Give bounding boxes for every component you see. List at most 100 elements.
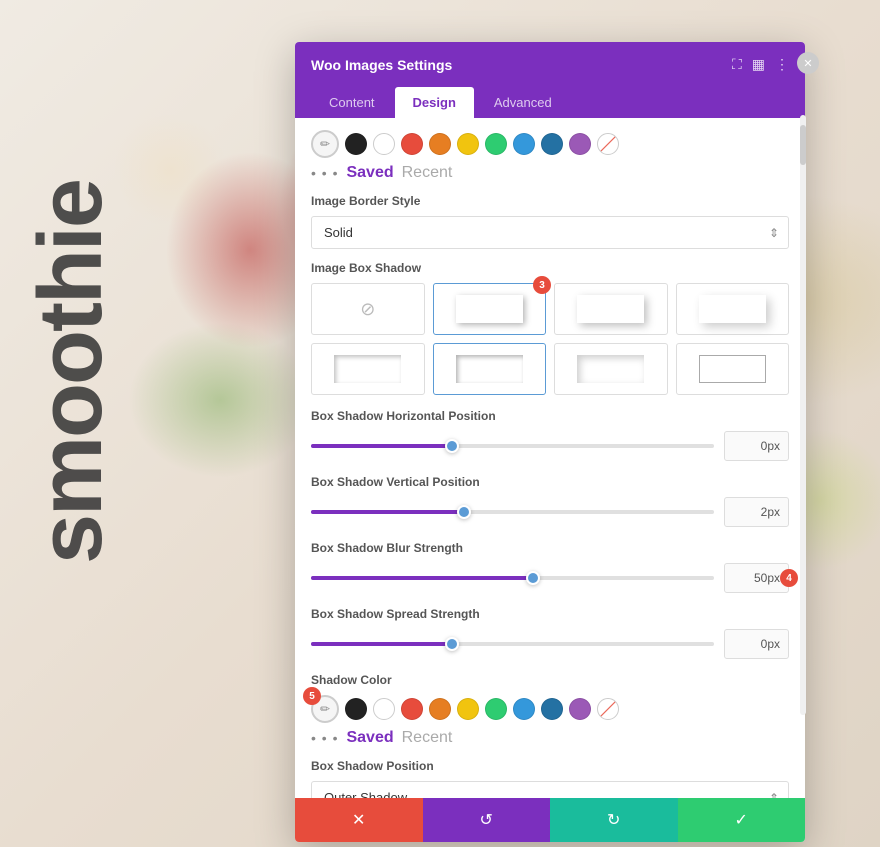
tab-advanced[interactable]: Advanced <box>476 87 570 118</box>
panel-close-button[interactable]: ✕ <box>797 52 819 74</box>
image-border-style-select-wrap: Solid None Dashed Dotted Double ⇕ <box>311 216 789 249</box>
image-border-style-label: Image Border Style <box>311 194 789 208</box>
blur-strength-row: Box Shadow Blur Strength 50px 4 <box>311 541 789 593</box>
horizontal-position-control: 0px <box>311 431 789 461</box>
vertical-slider-track-wrap[interactable] <box>311 510 714 514</box>
shadow-option-inset-active[interactable] <box>433 343 547 395</box>
top-recent-label[interactable]: Recent <box>402 164 453 182</box>
top-color-blue[interactable] <box>513 133 535 155</box>
shadow-color-purple[interactable] <box>569 698 591 720</box>
shadow-option-inset1[interactable] <box>311 343 425 395</box>
top-color-yellow[interactable] <box>457 133 479 155</box>
top-color-purple[interactable] <box>569 133 591 155</box>
fullscreen-icon[interactable]: ⛶ <box>732 56 742 73</box>
scrollbar-track <box>800 115 806 715</box>
top-color-black[interactable] <box>345 133 367 155</box>
horizontal-position-row: Box Shadow Horizontal Position 0px <box>311 409 789 461</box>
horizontal-slider-thumb[interactable] <box>445 439 459 453</box>
tab-content[interactable]: Content <box>311 87 393 118</box>
top-color-orange[interactable] <box>429 133 451 155</box>
blur-strength-label: Box Shadow Blur Strength <box>311 541 789 555</box>
blur-slider-track-wrap[interactable] <box>311 576 714 580</box>
top-color-more[interactable]: • • • <box>311 165 338 181</box>
shadow-inset1-preview <box>334 355 401 383</box>
top-color-white[interactable] <box>373 133 395 155</box>
more-options-icon[interactable]: ⋮ <box>775 56 789 73</box>
shadow-inset2-preview <box>577 355 644 383</box>
shadow-recent-label[interactable]: Recent <box>402 729 453 747</box>
horizontal-slider-track-wrap[interactable] <box>311 444 714 448</box>
shadow-color-blue[interactable] <box>513 698 535 720</box>
shadow-corner-preview <box>699 355 766 383</box>
blur-slider-track <box>311 576 714 580</box>
image-border-style-select[interactable]: Solid None Dashed Dotted Double <box>311 216 789 249</box>
vertical-position-control: 2px <box>311 497 789 527</box>
shadow-option-outer3[interactable] <box>676 283 790 335</box>
vertical-slider-thumb[interactable] <box>457 505 471 519</box>
panel-title: Woo Images Settings <box>311 57 452 73</box>
shadow-grid: ⊘ 3 <box>311 283 789 395</box>
vertical-slider-fill <box>311 510 464 514</box>
spread-slider-track <box>311 642 714 646</box>
shadow-color-pencil-wrap: 5 ✏ <box>311 695 339 723</box>
spread-strength-control: 0px <box>311 629 789 659</box>
image-box-shadow-label: Image Box Shadow <box>311 261 789 275</box>
horizontal-value-display: 0px <box>724 431 789 461</box>
top-color-red[interactable] <box>401 133 423 155</box>
smoothie-text: smoothie <box>20 180 123 564</box>
spread-strength-label: Box Shadow Spread Strength <box>311 607 789 621</box>
shadow-outer1-preview <box>456 295 523 323</box>
box-shadow-position-select-wrap: Outer Shadow Inner Shadow ⇕ <box>311 781 789 798</box>
cancel-button[interactable]: ✕ <box>295 798 423 842</box>
shadow-color-orange[interactable] <box>429 698 451 720</box>
shadow-color-badge-5: 5 <box>303 687 321 705</box>
blur-badge-4: 4 <box>780 569 798 587</box>
shadow-badge-3: 3 <box>533 276 551 294</box>
shadow-color-yellow[interactable] <box>457 698 479 720</box>
shadow-color-none[interactable] <box>597 698 619 720</box>
shadow-color-blue-dark[interactable] <box>541 698 563 720</box>
reset-button[interactable]: ↺ <box>423 798 551 842</box>
shadow-option-corner[interactable] <box>676 343 790 395</box>
top-color-blue-dark[interactable] <box>541 133 563 155</box>
blur-strength-control: 50px 4 <box>311 563 789 593</box>
box-shadow-position-select[interactable]: Outer Shadow Inner Shadow <box>311 781 789 798</box>
horizontal-position-label: Box Shadow Horizontal Position <box>311 409 789 423</box>
shadow-color-white[interactable] <box>373 698 395 720</box>
top-color-pencil-btn[interactable]: ✏ <box>311 130 339 158</box>
top-color-none[interactable] <box>597 133 619 155</box>
blur-value-display: 50px 4 <box>724 563 789 593</box>
top-saved-label[interactable]: Saved <box>346 164 393 182</box>
scrollbar-thumb[interactable] <box>800 125 806 165</box>
redo-button[interactable]: ↻ <box>550 798 678 842</box>
top-color-green[interactable] <box>485 133 507 155</box>
shadow-saved-label[interactable]: Saved <box>346 729 393 747</box>
panel-header: Woo Images Settings ⛶ ▦ ⋮ <box>295 42 805 87</box>
spread-value-display: 0px <box>724 629 789 659</box>
shadow-option-outer2[interactable] <box>554 283 668 335</box>
top-color-picker-row: ✏ <box>311 130 789 158</box>
vertical-value-display: 2px <box>724 497 789 527</box>
shadow-option-none[interactable]: ⊘ <box>311 283 425 335</box>
shadow-option-outer1[interactable]: 3 <box>433 283 547 335</box>
shadow-color-black[interactable] <box>345 698 367 720</box>
save-button[interactable]: ✓ <box>678 798 806 842</box>
columns-icon[interactable]: ▦ <box>752 56 765 73</box>
tab-design[interactable]: Design <box>395 87 474 118</box>
blur-slider-thumb[interactable] <box>526 571 540 585</box>
spread-slider-thumb[interactable] <box>445 637 459 651</box>
spread-slider-track-wrap[interactable] <box>311 642 714 646</box>
panel-body: ✏ • • • Saved Recent Image Border Style … <box>295 118 805 798</box>
tab-bar: Content Design Advanced <box>295 87 805 118</box>
vertical-slider-track <box>311 510 714 514</box>
horizontal-slider-track <box>311 444 714 448</box>
shadow-option-inset2[interactable] <box>554 343 668 395</box>
shadow-color-more[interactable]: • • • <box>311 730 338 746</box>
shadow-color-green[interactable] <box>485 698 507 720</box>
shadow-color-red[interactable] <box>401 698 423 720</box>
panel-header-icons: ⛶ ▦ ⋮ <box>732 56 789 73</box>
spread-slider-fill <box>311 642 452 646</box>
horizontal-slider-fill <box>311 444 452 448</box>
blur-slider-fill <box>311 576 533 580</box>
panel-footer: ✕ ↺ ↻ ✓ <box>295 798 805 842</box>
